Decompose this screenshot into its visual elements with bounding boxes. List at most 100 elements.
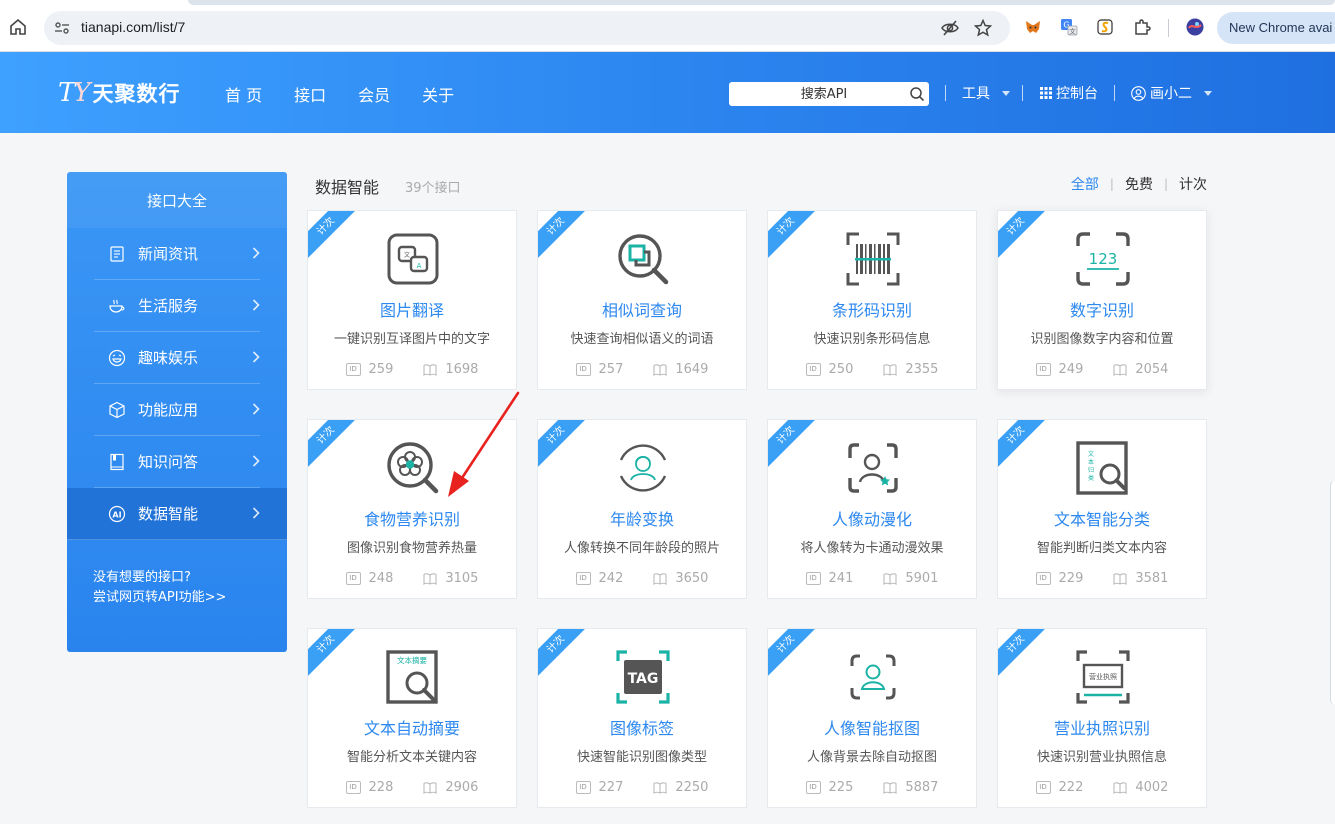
new-chrome-available-button[interactable]: New Chrome avai [1217, 12, 1335, 44]
nav-api[interactable]: 接口 [294, 82, 326, 106]
console-link[interactable]: 控制台 [1040, 83, 1098, 103]
api-id-value: 228 [368, 780, 394, 795]
web-to-api-prompt[interactable]: 没有想要的接口? 尝试网页转API功能>> [93, 568, 226, 608]
api-id: ID 222 [1035, 780, 1083, 795]
api-reads: 5887 [883, 780, 938, 795]
svg-text:文: 文 [404, 251, 410, 259]
api-card[interactable]: 计次 文A 图片翻译 一键识别互译图片中的文字 ID 259 1698 [307, 210, 517, 390]
filter-metered[interactable]: 计次 [1179, 174, 1207, 194]
metered-ribbon: 计次 [308, 211, 362, 262]
metered-ribbon: 计次 [538, 420, 592, 471]
profile-avatar-icon[interactable] [1186, 18, 1204, 36]
api-card[interactable]: 计次 TAG 图像标签 快速智能识别图像类型 ID 227 2250 [537, 628, 747, 808]
api-name[interactable]: 人像动漫化 [768, 506, 976, 530]
api-name[interactable]: 条形码识别 [768, 297, 976, 321]
api-card[interactable]: 计次 文本归类 文本智能分类 智能判断归类文本内容 ID 229 3581 [997, 419, 1207, 599]
food-search-icon [387, 442, 439, 494]
open-book-icon [1113, 363, 1127, 376]
ai-icon: AI [108, 505, 126, 522]
eye-slash-icon[interactable] [941, 19, 959, 37]
api-name[interactable]: 文本自动摘要 [308, 715, 516, 739]
tools-menu[interactable]: 工具 [962, 83, 1010, 103]
api-card[interactable]: 计次 123 数字识别 识别图像数字内容和位置 ID 249 2054 [997, 210, 1207, 390]
id-icon: ID [345, 572, 361, 585]
sidebar-item-knowledge[interactable]: 知识问答 [94, 436, 260, 488]
nav-about[interactable]: 关于 [422, 82, 454, 106]
metamask-extension-icon[interactable] [1024, 18, 1042, 36]
web-to-api-link[interactable]: 尝试网页转API功能>> [93, 588, 226, 608]
api-meta: ID 259 1698 [308, 362, 516, 377]
api-name[interactable]: 图像标签 [538, 715, 746, 739]
logo[interactable]: TY 天聚数行 [58, 78, 181, 108]
nav-member[interactable]: 会员 [358, 82, 390, 106]
api-id-value: 249 [1058, 362, 1084, 377]
api-card[interactable]: 计次 食物营养识别 图像识别食物营养热量 ID 248 3105 [307, 419, 517, 599]
sidebar-item-label: 知识问答 [138, 453, 199, 471]
api-description: 智能判断归类文本内容 [1036, 541, 1167, 556]
api-meta: ID 257 1649 [538, 362, 746, 377]
api-id-value: 250 [828, 362, 854, 377]
sidebar-item-function[interactable]: 功能应用 [94, 384, 260, 436]
api-name[interactable]: 数字识别 [998, 297, 1206, 321]
site-info-icon[interactable] [54, 20, 70, 36]
sidebar-item-data-intelligence[interactable]: AI 数据智能 [67, 488, 287, 540]
sidebar-item-label: 生活服务 [138, 297, 199, 315]
translate-extension-icon[interactable]: G文 [1060, 18, 1078, 36]
api-card[interactable]: 计次 人像动漫化 将人像转为卡通动漫效果 ID 241 5901 [767, 419, 977, 599]
api-reads: 4002 [1113, 780, 1168, 795]
classify-char-1: 文 [1088, 450, 1094, 458]
sidebar-item-fun[interactable]: 趣味娱乐 [94, 332, 260, 384]
home-icon[interactable] [9, 18, 27, 36]
api-id-value: 248 [368, 571, 394, 586]
api-meta: ID 250 2355 [768, 362, 976, 377]
api-id: ID 241 [805, 571, 853, 586]
address-bar[interactable]: tianapi.com/list/7 [44, 11, 1010, 45]
api-card[interactable]: 计次 年龄变换 人像转换不同年龄段的照片 ID 242 3650 [537, 419, 747, 599]
api-name[interactable]: 人像智能抠图 [768, 715, 976, 739]
extensions-puzzle-icon[interactable] [1133, 18, 1151, 36]
api-card[interactable]: 计次 人像智能抠图 人像背景去除自动抠图 ID 225 5887 [767, 628, 977, 808]
id-icon: ID [345, 363, 361, 376]
id-icon: ID [805, 781, 821, 794]
api-reads-value: 2054 [1135, 362, 1169, 377]
api-name[interactable]: 年龄变换 [538, 506, 746, 530]
api-name[interactable]: 食物营养识别 [308, 506, 516, 530]
api-name[interactable]: 文本智能分类 [998, 506, 1206, 530]
api-card[interactable]: 计次 文本摘要 文本自动摘要 智能分析文本关键内容 ID 228 2906 [307, 628, 517, 808]
s-extension-icon[interactable] [1096, 18, 1114, 36]
license-icon: 营业执照 [1076, 650, 1130, 704]
sidebar-item-label: 数据智能 [138, 505, 199, 523]
chevron-right-icon [252, 247, 260, 259]
filter-free[interactable]: 免费 [1125, 174, 1153, 194]
api-name[interactable]: 图片翻译 [308, 297, 516, 321]
api-reads: 1698 [423, 362, 478, 377]
sidebar-item-news[interactable]: 新闻资讯 [94, 228, 260, 280]
sidebar-item-label: 新闻资讯 [138, 245, 199, 263]
api-id-value: 259 [368, 362, 394, 377]
api-name[interactable]: 相似词查询 [538, 297, 746, 321]
api-meta: ID 227 2250 [538, 780, 746, 795]
sidebar-item-label: 趣味娱乐 [138, 349, 199, 367]
sidebar-item-life[interactable]: 生活服务 [94, 280, 260, 332]
api-card[interactable]: 计次 相似词查询 快速查询相似语义的词语 ID 257 1649 [537, 210, 747, 390]
nav-home[interactable]: 首 页 [225, 82, 262, 106]
header-divider [945, 85, 946, 101]
search-icon[interactable] [909, 86, 925, 102]
api-meta: ID 242 3650 [538, 571, 746, 586]
open-book-icon [423, 363, 437, 376]
api-reads: 2355 [883, 362, 938, 377]
similar-search-icon [618, 234, 669, 285]
api-name[interactable]: 营业执照识别 [998, 715, 1206, 739]
bookmark-star-icon[interactable] [974, 19, 992, 37]
api-description: 快速识别营业执照信息 [1036, 750, 1167, 765]
url-text[interactable]: tianapi.com/list/7 [81, 19, 185, 35]
api-card[interactable]: 计次 条形码识别 快速识别条形码信息 ID 250 2355 [767, 210, 977, 390]
api-card[interactable]: 计次 营业执照 营业执照识别 快速识别营业执照信息 ID 222 4002 [997, 628, 1207, 808]
filter-all[interactable]: 全部 [1071, 174, 1099, 194]
user-menu[interactable]: 画小二 [1131, 83, 1212, 103]
digit-scan-icon: 123 [1076, 232, 1130, 286]
api-reads-value: 3650 [675, 571, 709, 586]
api-meta: ID 229 3581 [998, 571, 1206, 586]
price-filter: 全部 | 免费 | 计次 [1071, 174, 1207, 194]
search-input[interactable] [739, 82, 909, 106]
